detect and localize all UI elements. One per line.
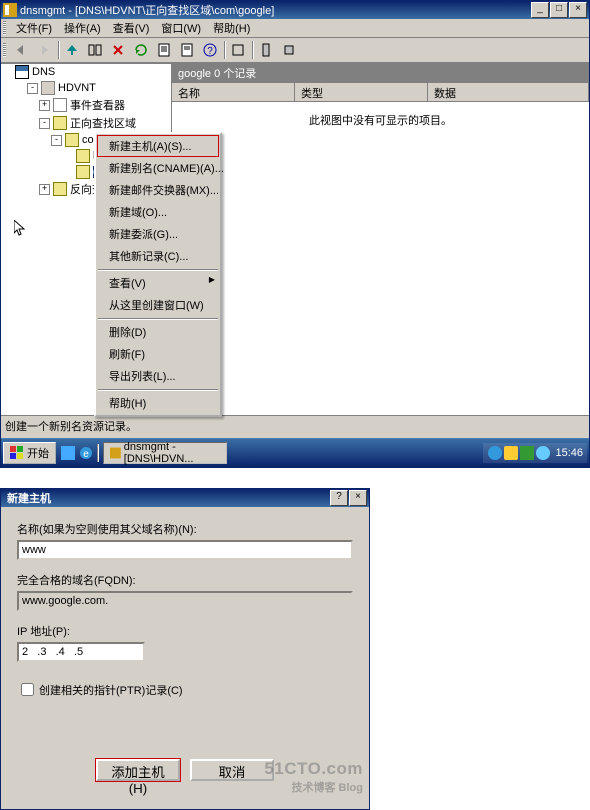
col-name[interactable]: 名称 — [172, 83, 295, 101]
export-button[interactable] — [176, 39, 198, 61]
empty-message: 此视图中没有可显示的项目。 — [172, 102, 589, 415]
panes-button[interactable] — [84, 39, 106, 61]
ctx-new-host[interactable]: 新建主机(A)(S)... — [97, 135, 219, 157]
tree-event-viewer[interactable]: +事件查看器 — [37, 96, 171, 114]
dialog-title: 新建主机 — [3, 490, 330, 506]
ql-ie[interactable]: e — [77, 444, 95, 462]
taskbar-dnsmgmt[interactable]: dnsmgmt - [DNS\HDVN... — [103, 442, 227, 464]
list-columns: 名称 类型 数据 — [172, 82, 589, 102]
refresh-button[interactable] — [130, 39, 152, 61]
expand-icon[interactable]: + — [39, 100, 50, 111]
folder-icon — [76, 165, 90, 179]
tree-dns-root[interactable]: DNS — [13, 64, 171, 80]
dialog-titlebar: 新建主机 ? × — [1, 489, 369, 507]
ctx-export[interactable]: 导出列表(L)... — [97, 365, 219, 387]
tray-shield-icon[interactable] — [504, 446, 518, 460]
window-title: dnsmgmt - [DNS\HDVNT\正向查找区域\com\google] — [20, 2, 531, 18]
expand-icon[interactable]: + — [39, 184, 50, 195]
book-icon — [53, 98, 67, 112]
stop-button[interactable] — [278, 39, 300, 61]
options-button[interactable] — [255, 39, 277, 61]
ctx-other-record[interactable]: 其他新记录(C)... — [97, 245, 219, 267]
windows-icon — [10, 446, 24, 460]
maximize-button[interactable]: □ — [550, 2, 568, 18]
col-data[interactable]: 数据 — [428, 83, 589, 101]
collapse-icon[interactable]: - — [39, 118, 50, 129]
col-type[interactable]: 类型 — [295, 83, 428, 101]
folder-icon — [53, 182, 67, 196]
name-label: 名称(如果为空则使用其父域名称)(N): — [17, 521, 353, 537]
menu-help[interactable]: 帮助(H) — [207, 18, 256, 38]
tree-server[interactable]: -HDVNT — [25, 80, 171, 96]
server-icon — [41, 81, 55, 95]
taskbar: 开始 e dnsmgmt - [DNS\HDVN... 15:46 — [1, 438, 589, 467]
tree-forward-zone[interactable]: -正向查找区域 — [37, 114, 171, 132]
system-tray[interactable]: 15:46 — [483, 443, 587, 463]
name-input[interactable] — [17, 540, 353, 560]
ctx-new-mx[interactable]: 新建邮件交换器(MX)... — [97, 179, 219, 201]
cursor-icon — [14, 220, 26, 238]
ctx-refresh[interactable]: 刷新(F) — [97, 343, 219, 365]
close-button[interactable]: × — [569, 2, 587, 18]
folder-icon — [53, 116, 67, 130]
fqdn-label: 完全合格的域名(FQDN): — [17, 572, 353, 588]
minimize-button[interactable]: _ — [531, 2, 549, 18]
folder-icon — [65, 133, 79, 147]
collapse-icon[interactable]: - — [51, 135, 62, 146]
clock[interactable]: 15:46 — [551, 447, 583, 459]
folder-icon — [76, 149, 90, 163]
ql-desktop[interactable] — [59, 444, 77, 462]
ctx-new-cname[interactable]: 新建别名(CNAME)(A)... — [97, 157, 219, 179]
back-button[interactable] — [10, 39, 32, 61]
start-button[interactable]: 开始 — [3, 442, 56, 464]
ptr-checkbox-row[interactable]: 创建相关的指针(PTR)记录(C) — [17, 680, 353, 699]
statusbar: 创建一个新别名资源记录。 — [1, 415, 589, 438]
separator — [98, 318, 218, 319]
delete-button[interactable] — [107, 39, 129, 61]
grip-icon — [3, 43, 6, 57]
fqdn-output — [17, 591, 353, 611]
grip-icon — [3, 21, 6, 35]
menu-view[interactable]: 查看(V) — [107, 18, 156, 38]
up-button[interactable] — [61, 39, 83, 61]
menu-file[interactable]: 文件(F) — [10, 18, 58, 38]
svg-text:e: e — [83, 449, 89, 460]
ctx-new-deleg[interactable]: 新建委派(G)... — [97, 223, 219, 245]
help-button[interactable]: ? — [199, 39, 221, 61]
ptr-label: 创建相关的指针(PTR)记录(C) — [39, 682, 183, 698]
titlebar: dnsmgmt - [DNS\HDVNT\正向查找区域\com\google] … — [1, 1, 589, 19]
dns-icon — [15, 65, 29, 79]
watermark: 51CTO.com 技术博客 Blog — [264, 759, 363, 795]
ctx-new-window[interactable]: 从这里创建窗口(W) — [97, 294, 219, 316]
ptr-checkbox[interactable] — [21, 683, 34, 696]
ctx-view[interactable]: 查看(V) — [97, 272, 219, 294]
ctx-help[interactable]: 帮助(H) — [97, 392, 219, 414]
context-menu: 新建主机(A)(S)... 新建别名(CNAME)(A)... 新建邮件交换器(… — [94, 132, 222, 417]
separator — [98, 389, 218, 390]
tray-info-icon[interactable] — [536, 446, 550, 460]
collapse-icon[interactable]: - — [27, 83, 38, 94]
cancel-button[interactable]: 取消 — [190, 759, 274, 781]
menubar: 文件(F) 操作(A) 查看(V) 窗口(W) 帮助(H) — [1, 19, 589, 37]
tray-network-icon[interactable] — [520, 446, 534, 460]
app-icon — [3, 3, 17, 17]
forward-button[interactable] — [33, 39, 55, 61]
dialog-help-button[interactable]: ? — [330, 490, 348, 506]
filter-button[interactable] — [227, 39, 249, 61]
ctx-delete[interactable]: 删除(D) — [97, 321, 219, 343]
tray-icon[interactable] — [488, 446, 502, 460]
separator — [98, 269, 218, 270]
properties-button[interactable] — [153, 39, 175, 61]
ip-input[interactable] — [17, 642, 145, 662]
add-host-button[interactable]: 添加主机(H) — [96, 759, 180, 781]
dialog-close-button[interactable]: × — [349, 490, 367, 506]
toolbar: ? — [1, 37, 589, 63]
menu-window[interactable]: 窗口(W) — [155, 18, 207, 38]
svg-text:?: ? — [207, 46, 213, 57]
menu-action[interactable]: 操作(A) — [58, 18, 107, 38]
ctx-new-domain[interactable]: 新建域(O)... — [97, 201, 219, 223]
list-header: google 0 个记录 — [172, 64, 589, 82]
ip-label: IP 地址(P): — [17, 623, 353, 639]
